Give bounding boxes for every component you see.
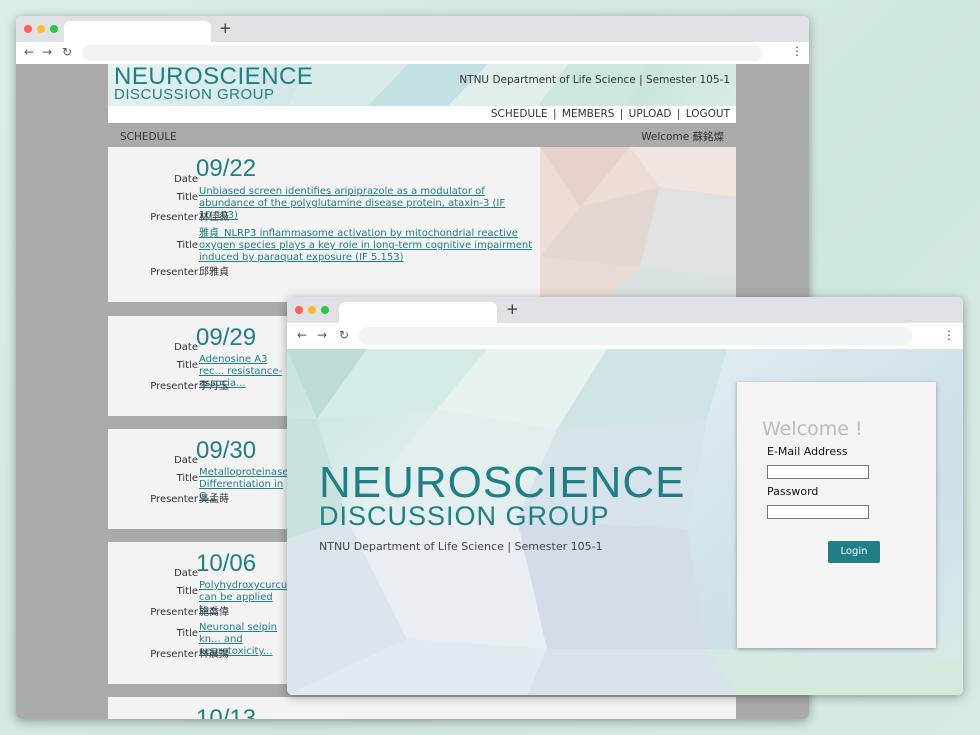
close-window-button[interactable] xyxy=(295,306,303,314)
section-header: SCHEDULE Welcome 蘇銘燦 xyxy=(108,130,736,144)
welcome-heading: Welcome ! xyxy=(762,418,863,440)
maximize-window-button[interactable] xyxy=(321,306,329,314)
date-label: Date xyxy=(174,455,198,466)
minimize-window-button[interactable] xyxy=(308,306,316,314)
password-field[interactable] xyxy=(767,505,869,519)
url-input[interactable] xyxy=(82,45,762,61)
url-input[interactable] xyxy=(359,327,912,345)
forward-arrow-icon[interactable]: → xyxy=(42,45,52,59)
session-date: 09/22 xyxy=(196,155,257,182)
email-field[interactable] xyxy=(767,465,869,479)
presenter-label: Presenter xyxy=(150,494,198,505)
reload-icon[interactable]: ↻ xyxy=(62,45,72,59)
password-label: Password xyxy=(767,485,819,498)
reload-icon[interactable]: ↻ xyxy=(339,328,349,342)
low-poly-decoration xyxy=(540,147,736,302)
title-label: Title xyxy=(176,360,198,371)
nav-schedule[interactable]: SCHEDULE xyxy=(491,108,548,120)
talk-title-link[interactable]: 雅貞_NLRP3 inflammasome activation by mito… xyxy=(199,228,534,264)
new-tab-button[interactable]: + xyxy=(506,300,519,318)
nav-upload[interactable]: UPLOAD xyxy=(629,108,672,120)
nav-members[interactable]: MEMBERS xyxy=(562,108,615,120)
affiliation-text: NTNU Department of Life Science | Semest… xyxy=(459,74,730,86)
welcome-user: Welcome 蘇銘燦 xyxy=(641,131,724,143)
title-label: Title xyxy=(176,628,198,639)
login-panel: Welcome ! E-Mail Address Password Login xyxy=(737,382,936,648)
session-date: 09/30 xyxy=(196,437,257,464)
title-label: Title xyxy=(176,240,198,251)
session-date: 10/13 xyxy=(196,705,257,719)
site-banner: NEUROSCIENCE DISCUSSION GROUP NTNU Depar… xyxy=(108,64,736,106)
browser-menu-icon[interactable]: ⋮ xyxy=(791,44,803,58)
section-title: SCHEDULE xyxy=(120,131,177,143)
address-bar-row: ← → ↻ ⋮ xyxy=(16,42,809,65)
site-logo-subtitle[interactable]: DISCUSSION GROUP xyxy=(114,87,275,102)
presenter-label: Presenter xyxy=(150,649,198,660)
minimize-window-button[interactable] xyxy=(37,25,45,33)
presenter-label: Presenter xyxy=(150,267,198,278)
nav-logout[interactable]: LOGOUT xyxy=(686,108,730,120)
presenter-label: Presenter xyxy=(150,607,198,618)
browser-menu-icon[interactable]: ⋮ xyxy=(943,328,955,342)
title-label: Title xyxy=(176,473,198,484)
close-window-button[interactable] xyxy=(24,25,32,33)
window-controls xyxy=(24,25,58,33)
new-tab-button[interactable]: + xyxy=(219,19,232,37)
hero-title: NEUROSCIENCE xyxy=(319,458,686,507)
login-button[interactable]: Login xyxy=(828,541,880,563)
title-label: Title xyxy=(176,192,198,203)
date-label: Date xyxy=(174,174,198,185)
presenter-label: Presenter xyxy=(150,212,198,223)
nav-separator: | xyxy=(619,108,624,120)
email-label: E-Mail Address xyxy=(767,445,848,458)
presenter-label: Presenter xyxy=(150,381,198,392)
tab-strip: + xyxy=(16,16,809,42)
login-browser-window: + ← → ↻ ⋮ NEUROSCIENCE DISCUSSION GROUP … xyxy=(287,297,963,695)
main-nav: SCHEDULE | MEMBERS | UPLOAD | LOGOUT xyxy=(108,106,736,123)
hero-affiliation: NTNU Department of Life Science | Semest… xyxy=(319,540,603,553)
window-controls xyxy=(295,306,329,314)
session-date: 10/06 xyxy=(196,550,257,577)
browser-tab[interactable] xyxy=(339,302,497,323)
presenter-name: 林佳薇 xyxy=(199,212,229,223)
nav-separator: | xyxy=(552,108,557,120)
session-date: 09/29 xyxy=(196,324,257,351)
back-arrow-icon[interactable]: ← xyxy=(24,45,34,59)
date-label: Date xyxy=(174,342,198,353)
address-bar-row: ← → ↻ ⋮ xyxy=(287,323,963,350)
tab-strip: + xyxy=(287,297,963,323)
back-arrow-icon[interactable]: ← xyxy=(297,328,307,342)
schedule-card: 10/13 xyxy=(108,697,736,719)
forward-arrow-icon[interactable]: → xyxy=(317,328,327,342)
login-page: NEUROSCIENCE DISCUSSION GROUP NTNU Depar… xyxy=(287,349,963,695)
maximize-window-button[interactable] xyxy=(50,25,58,33)
title-label: Title xyxy=(176,586,198,597)
hero-subtitle: DISCUSSION GROUP xyxy=(319,501,610,531)
presenter-name: 邱雅貞 xyxy=(199,267,229,278)
browser-tab[interactable] xyxy=(64,21,211,42)
nav-separator: | xyxy=(676,108,681,120)
date-label: Date xyxy=(174,568,198,579)
schedule-card: Date 09/22 Title Unbiased screen identif… xyxy=(108,147,736,302)
